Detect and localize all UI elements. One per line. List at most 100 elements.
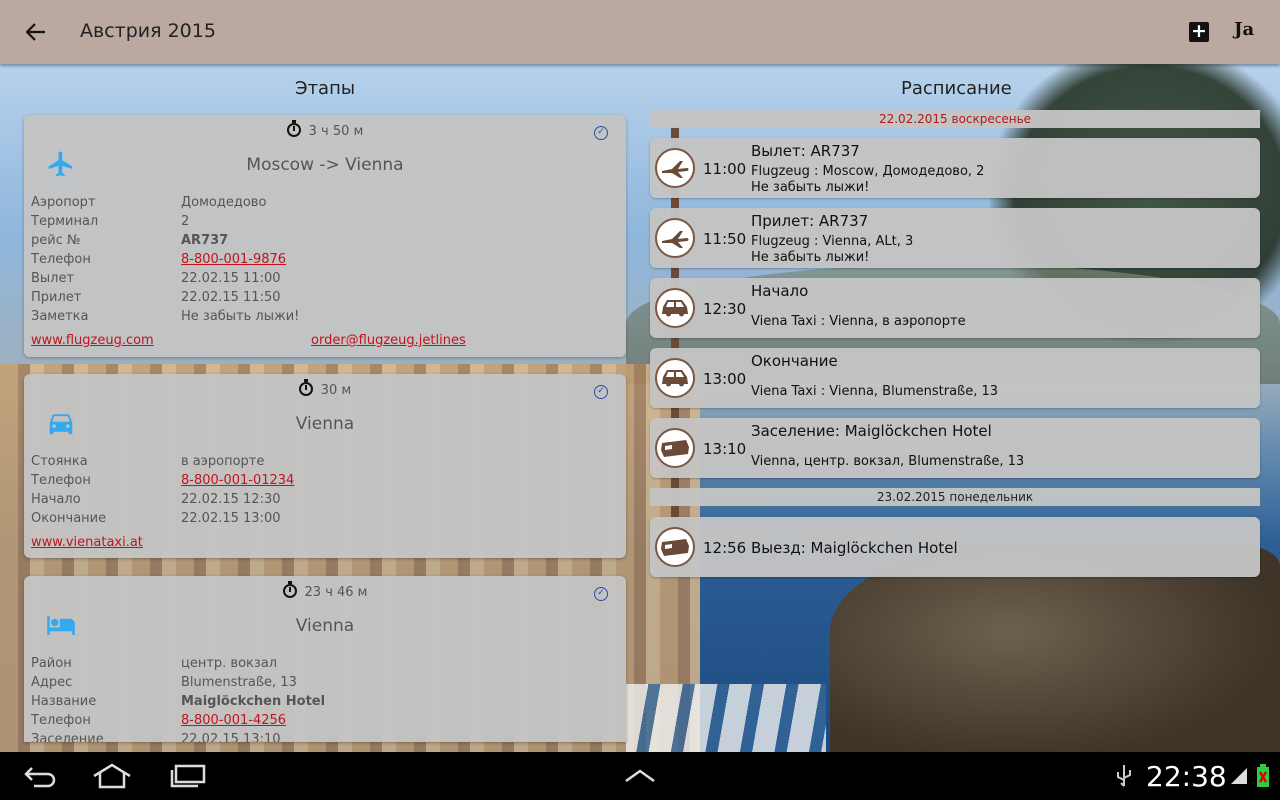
phone-link[interactable]: 8-800-001-01234: [181, 471, 294, 490]
detail-key: Телефон: [31, 473, 91, 488]
airplane-icon: [655, 218, 695, 258]
schedule-title: Расписание: [901, 78, 1012, 99]
detail-row: Телефон 8-800-001-4256: [31, 711, 325, 730]
date-header: 23.02.2015 понедельник: [650, 488, 1260, 506]
stopwatch-icon: [286, 120, 301, 137]
schedule-event[interactable]: 12:30 Начало Viena Taxi : Vienna, в аэро…: [650, 278, 1260, 338]
system-nav-bar: 22:38: [0, 752, 1280, 800]
duration-label: 3 ч 50 м: [24, 120, 626, 139]
stage-card-flight[interactable]: 3 ч 50 м ✓ Moscow -> Vienna Аэропорт Домо…: [24, 115, 626, 357]
detail-value: в аэропорте: [181, 454, 265, 469]
detail-key: Вылет: [31, 271, 75, 286]
event-time: 13:00: [703, 370, 747, 388]
detail-row: Начало 22.02.15 12:30: [31, 490, 294, 509]
airplane-icon: [655, 148, 695, 188]
check-icon[interactable]: ✓: [594, 385, 608, 399]
detail-row: Район центр. вокзал: [31, 654, 325, 673]
nav-home-button[interactable]: [92, 762, 132, 790]
detail-row: Аэропорт Домодедово: [31, 193, 299, 212]
detail-row: Прилет 22.02.15 11:50: [31, 288, 299, 307]
detail-value: Не забыть лыжи!: [181, 309, 300, 324]
detail-key: Адрес: [31, 675, 73, 690]
detail-key: рейс №: [31, 233, 81, 248]
status-clock: 22:38: [1146, 760, 1227, 793]
detail-rows: Стоянка в аэропорте Телефон 8-800-001-0123…: [31, 452, 294, 528]
detail-value: 22.02.15 12:30: [181, 492, 281, 507]
detail-value: 22.02.15 11:00: [181, 271, 281, 286]
schedule-event[interactable]: 11:50 Прилет: AR737 Flugzeug : Vienna, A…: [650, 208, 1260, 268]
detail-key: Начало: [31, 492, 81, 507]
detail-key: Стоянка: [31, 454, 88, 469]
duration-label: 23 ч 46 м: [24, 581, 626, 600]
back-button[interactable]: [18, 16, 54, 48]
event-name: Заселение: Maiglöckchen Hotel: [751, 422, 992, 440]
detail-key: Окончание: [31, 511, 107, 526]
schedule-event[interactable]: 12:56 Выезд: Maiglöckchen Hotel: [650, 517, 1260, 577]
detail-rows: Аэропорт Домодедово Терминал 2 рейс № AR737…: [31, 193, 299, 326]
phone-link[interactable]: 8-800-001-4256: [181, 711, 286, 730]
stage-card-hotel[interactable]: 23 ч 46 м ✓ Vienna Район центр. вокзал Ад…: [24, 576, 626, 742]
detail-key: Район: [31, 656, 72, 671]
nav-back-button[interactable]: [20, 762, 60, 790]
event-name: Прилет: AR737: [751, 212, 869, 230]
detail-row: Стоянка в аэропорте: [31, 452, 294, 471]
website-link[interactable]: www.flugzeug.com: [31, 333, 154, 348]
detail-key: Аэропорт: [31, 195, 96, 210]
chevron-up-icon: [625, 769, 655, 783]
car-icon: [655, 358, 695, 398]
event-name: Вылет: AR737: [751, 142, 860, 160]
add-icon[interactable]: +: [1189, 22, 1209, 42]
detail-key: Терминал: [31, 214, 99, 229]
schedule-event[interactable]: 13:00 Окончание Viena Taxi : Vienna, Blu…: [650, 348, 1260, 408]
detail-key: Заметка: [31, 309, 89, 324]
event-note: Не забыть лыжи!: [751, 250, 870, 265]
route-title: Moscow -> Vienna: [246, 155, 404, 175]
detail-key: Название: [31, 694, 97, 709]
page-title: Австрия 2015: [80, 20, 216, 42]
stopwatch-icon: [282, 581, 297, 598]
schedule-event[interactable]: 11:00 Вылет: AR737 Flugzeug : Moscow, До…: [650, 138, 1260, 198]
check-icon[interactable]: ✓: [594, 587, 608, 601]
event-time: 12:30: [703, 300, 747, 318]
route-title: Vienna: [295, 616, 355, 636]
schedule-event[interactable]: 13:10 Заселение: Maiglöckchen Hotel Vien…: [650, 418, 1260, 478]
detail-value: Blumenstraße, 13: [181, 675, 297, 690]
detail-key: Прилет: [31, 290, 82, 305]
event-detail: Flugzeug : Moscow, Домодедово, 2: [751, 164, 985, 179]
translate-button[interactable]: Ja: [1234, 19, 1254, 40]
stage-card-taxi[interactable]: 30 м ✓ Vienna Стоянка в аэропорте Телефон…: [24, 374, 626, 558]
detail-row: Название Maiglöckchen Hotel: [31, 692, 325, 711]
bed-icon: [655, 527, 695, 567]
car-icon: [655, 288, 695, 328]
check-icon[interactable]: ✓: [594, 126, 608, 140]
nav-menu-button[interactable]: [622, 762, 658, 790]
event-detail: Vienna, центр. вокзал, Blumenstraße, 13: [751, 454, 1025, 469]
detail-row: рейс № AR737: [31, 231, 299, 250]
route-title: Vienna: [295, 414, 355, 434]
bed-icon: [655, 428, 695, 468]
detail-key: Телефон: [31, 252, 91, 267]
signal-icon: [1228, 762, 1250, 790]
date-header: 22.02.2015 воскресенье: [650, 110, 1260, 128]
detail-row: Заселение 22.02.15 13:10: [31, 730, 325, 742]
phone-link[interactable]: 8-800-001-9876: [181, 250, 286, 269]
event-time: 13:10: [703, 440, 747, 458]
event-detail: Viena Taxi : Vienna, в аэропорте: [751, 314, 966, 329]
nav-recents-button[interactable]: [168, 762, 208, 790]
website-link[interactable]: www.vienataxi.at: [31, 535, 143, 550]
stopwatch-icon: [298, 379, 313, 396]
detail-row: Заметка Не забыть лыжи!: [31, 307, 299, 326]
detail-row: Телефон 8-800-001-9876: [31, 250, 299, 269]
detail-value: AR737: [181, 233, 229, 248]
detail-value: центр. вокзал: [181, 656, 278, 671]
detail-value: 22.02.15 13:10: [181, 732, 281, 742]
email-link[interactable]: order@flugzeug.jetlines: [311, 333, 466, 348]
detail-key: Телефон: [31, 713, 91, 728]
event-time: 11:50: [703, 230, 747, 248]
event-name: Начало: [751, 282, 809, 300]
detail-row: Телефон 8-800-001-01234: [31, 471, 294, 490]
detail-value: Maiglöckchen Hotel: [181, 694, 326, 709]
stages-title: Этапы: [295, 78, 356, 99]
event-time: 11:00: [703, 160, 747, 178]
detail-value: 22.02.15 11:50: [181, 290, 281, 305]
